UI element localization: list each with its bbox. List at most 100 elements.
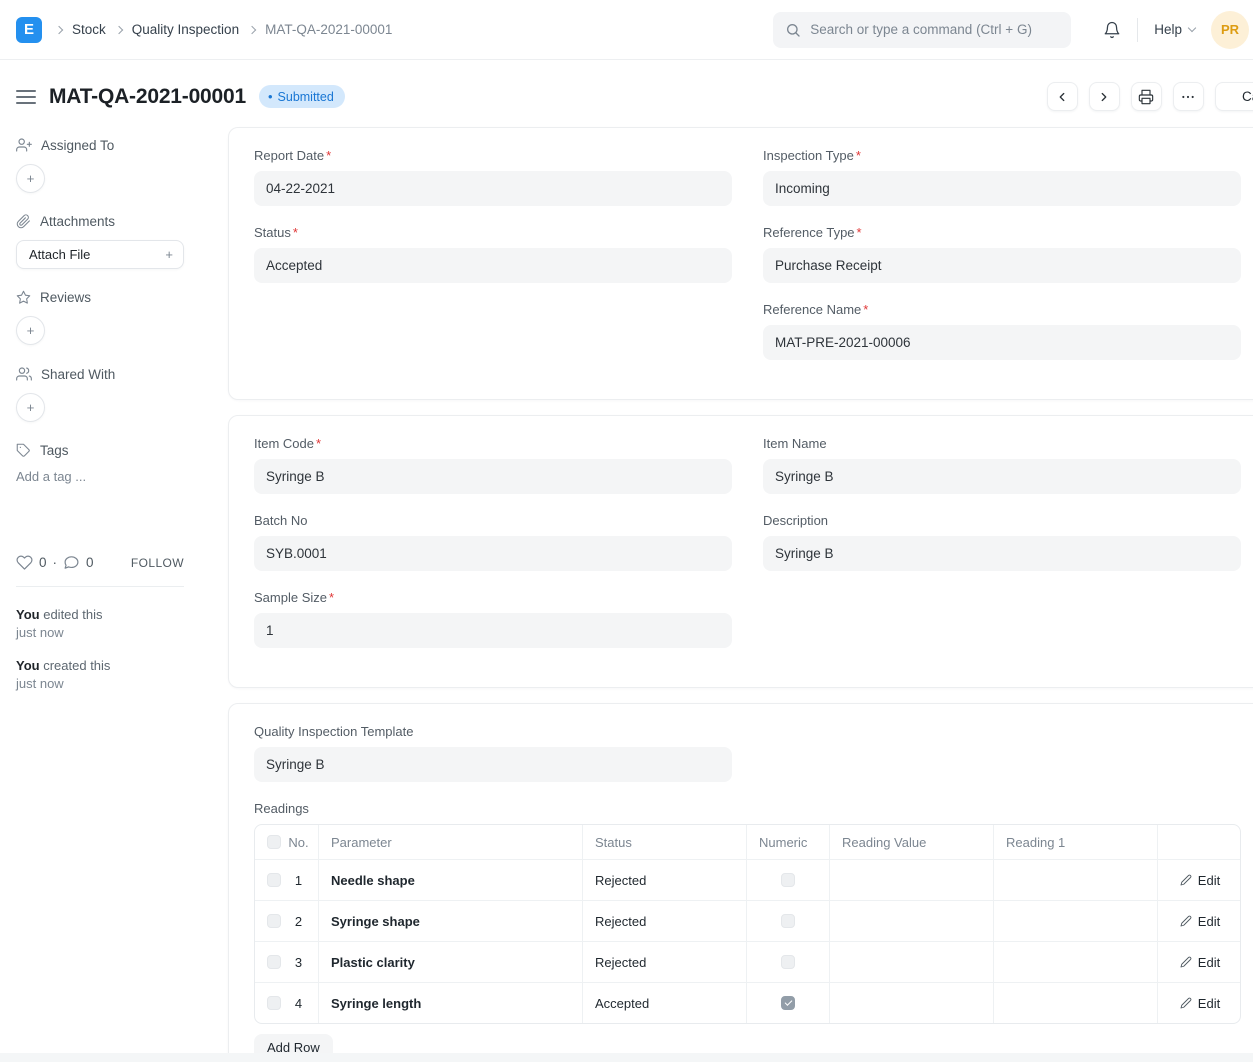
field-reference-name: Reference Name* MAT-PRE-2021-00006 (763, 302, 1241, 360)
description-input[interactable]: Syringe B (763, 536, 1241, 571)
item-code-input[interactable]: Syringe B (254, 459, 732, 494)
field-label: Item Code (254, 436, 314, 451)
reference-name-input[interactable]: MAT-PRE-2021-00006 (763, 325, 1241, 360)
comment-icon[interactable] (63, 554, 80, 571)
page-head: MAT-QA-2021-00001 Submitted Cancel (0, 60, 1253, 127)
attachments-section: Attachments (16, 214, 208, 229)
help-menu[interactable]: Help (1154, 22, 1195, 37)
row-checkbox[interactable] (267, 955, 281, 969)
field-label: Quality Inspection Template (254, 724, 413, 739)
chevron-right-icon (248, 25, 256, 33)
activity-time: just now (16, 624, 208, 642)
plus-icon: + (165, 247, 173, 262)
add-share-button[interactable]: + (16, 393, 45, 422)
assigned-to-label: Assigned To (41, 138, 114, 153)
row-checkbox[interactable] (267, 914, 281, 928)
field-label: Description (763, 513, 828, 528)
status-cell[interactable]: Rejected (583, 860, 747, 900)
report-date-input[interactable]: 04-22-2021 (254, 171, 732, 206)
field-reference-type: Reference Type* Purchase Receipt (763, 225, 1241, 283)
col-actions (1158, 825, 1241, 859)
activity-entry: You edited this just now (16, 606, 208, 642)
reading-value-cell[interactable] (830, 860, 994, 900)
quality-inspection-template-input[interactable]: Syringe B (254, 747, 732, 782)
row-number: 1 (287, 873, 310, 888)
user-avatar[interactable]: PR (1211, 11, 1249, 49)
global-search-bar[interactable] (773, 12, 1071, 48)
erpnext-logo-icon[interactable]: E (16, 17, 42, 43)
edit-row-button[interactable]: Edit (1180, 873, 1220, 888)
edit-row-button[interactable]: Edit (1180, 996, 1220, 1011)
reading-1-cell[interactable] (994, 901, 1158, 941)
heart-icon[interactable] (16, 554, 33, 571)
status-input[interactable]: Accepted (254, 248, 732, 283)
row-checkbox[interactable] (267, 996, 281, 1010)
batch-no-input[interactable]: SYB.0001 (254, 536, 732, 571)
prev-document-button[interactable] (1047, 82, 1078, 111)
parameter-cell[interactable]: Needle shape (319, 860, 583, 900)
row-checkbox[interactable] (267, 873, 281, 887)
print-button[interactable] (1131, 82, 1162, 111)
parameter-cell[interactable]: Syringe length (319, 983, 583, 1023)
reading-1-cell[interactable] (994, 860, 1158, 900)
field-item-code: Item Code* Syringe B (254, 436, 732, 494)
field-label: Batch No (254, 513, 307, 528)
activity-user: You (16, 658, 40, 673)
breadcrumb-stock[interactable]: Stock (72, 22, 106, 37)
field-label: Report Date (254, 148, 324, 163)
parameter-cell[interactable]: Plastic clarity (319, 942, 583, 982)
status-cell[interactable]: Accepted (583, 983, 747, 1023)
field-batch-no: Batch No SYB.0001 (254, 513, 732, 571)
notifications-bell-icon[interactable] (1103, 21, 1121, 39)
reading-value-cell[interactable] (830, 901, 994, 941)
sidebar-toggle-icon[interactable] (16, 90, 36, 104)
select-all-checkbox[interactable] (267, 835, 281, 849)
numeric-checkbox[interactable] (781, 955, 795, 969)
attach-file-label: Attach File (29, 247, 90, 262)
reference-type-input[interactable]: Purchase Receipt (763, 248, 1241, 283)
cancel-button[interactable]: Cancel (1215, 82, 1253, 111)
activity-entry: You created this just now (16, 657, 208, 693)
attach-file-button[interactable]: Attach File + (16, 240, 184, 269)
page-body: Assigned To + Attachments Attach File + (0, 127, 1253, 1053)
required-marker: * (863, 302, 868, 317)
row-number: 4 (287, 996, 310, 1011)
page-actions: Cancel (1047, 82, 1253, 111)
reading-value-cell[interactable] (830, 942, 994, 982)
add-tag-input[interactable]: Add a tag ... (16, 469, 208, 484)
menu-ellipsis-button[interactable] (1173, 82, 1204, 111)
edit-row-button[interactable]: Edit (1180, 914, 1220, 929)
table-row: 3 Plastic clarity Rejected Edit (255, 941, 1240, 982)
status-cell[interactable]: Rejected (583, 942, 747, 982)
reading-value-cell[interactable] (830, 983, 994, 1023)
follow-button[interactable]: FOLLOW (131, 556, 184, 570)
table-row: 4 Syringe length Accepted Edit (255, 982, 1240, 1023)
sample-size-input[interactable]: 1 (254, 613, 732, 648)
search-input[interactable] (810, 22, 1059, 37)
page-title: MAT-QA-2021-00001 (49, 85, 246, 109)
next-document-button[interactable] (1089, 82, 1120, 111)
reading-1-cell[interactable] (994, 942, 1158, 982)
required-marker: * (326, 148, 331, 163)
item-name-input[interactable]: Syringe B (763, 459, 1241, 494)
form-body: Report Date* 04-22-2021 Status* Accepted… (228, 127, 1253, 1053)
reading-1-cell[interactable] (994, 983, 1158, 1023)
navbar-divider (1137, 18, 1138, 42)
numeric-checkbox[interactable] (781, 914, 795, 928)
edit-row-button[interactable]: Edit (1180, 955, 1220, 970)
social-row: 0 · 0 FOLLOW (16, 554, 184, 571)
status-cell[interactable]: Rejected (583, 901, 747, 941)
paperclip-icon (16, 214, 31, 229)
inspection-type-input[interactable]: Incoming (763, 171, 1241, 206)
add-review-button[interactable]: + (16, 316, 45, 345)
col-reading-value: Reading Value (830, 825, 994, 859)
numeric-checkbox[interactable] (781, 996, 795, 1010)
add-assignment-button[interactable]: + (16, 164, 45, 193)
comment-count: 0 (86, 555, 94, 570)
parameter-cell[interactable]: Syringe shape (319, 901, 583, 941)
field-inspection-type: Inspection Type* Incoming (763, 148, 1241, 206)
breadcrumb-quality-inspection[interactable]: Quality Inspection (132, 22, 239, 37)
numeric-checkbox[interactable] (781, 873, 795, 887)
sidebar-divider (16, 586, 184, 587)
add-row-button[interactable]: Add Row (254, 1034, 333, 1053)
